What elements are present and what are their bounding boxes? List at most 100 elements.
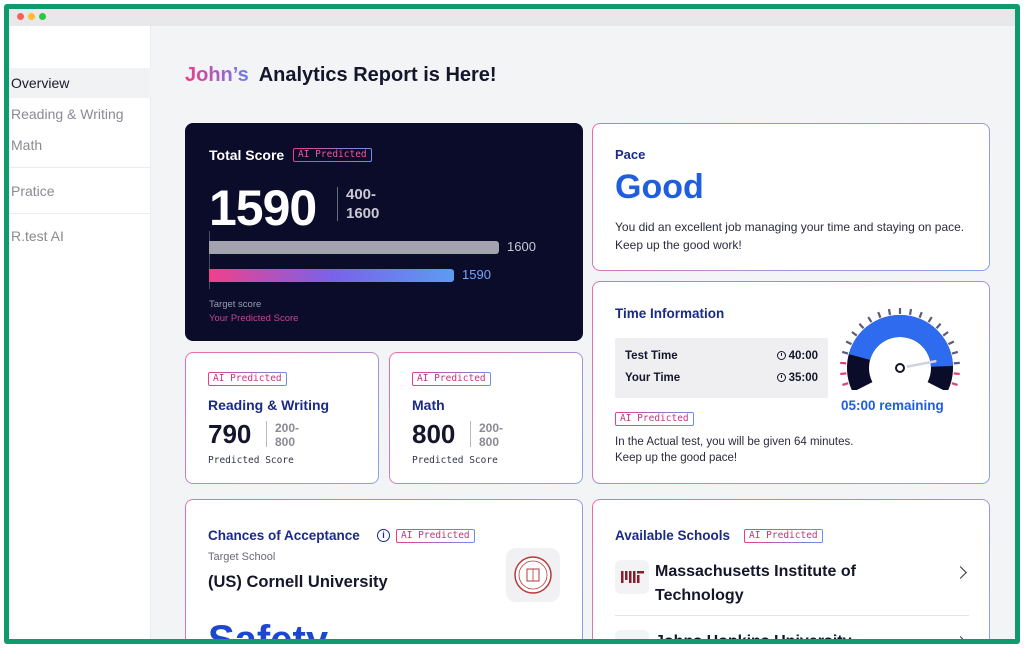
pace-description: You did an excellent job managing your t… <box>615 220 965 252</box>
main-content: John’s Analytics Report is Here! Total Sc… <box>151 26 1015 639</box>
school-divider <box>615 615 969 616</box>
pace-value: Good <box>615 168 704 206</box>
gauge-tick <box>840 372 847 376</box>
target-school-name: (US) Cornell University <box>208 573 388 591</box>
legend-predicted-score: Your Predicted Score <box>209 313 299 324</box>
sidebar: Overview Reading & Writing Math Pratice … <box>9 26 151 639</box>
sidebar-item-rtest-ai[interactable]: R.test AI <box>9 221 151 251</box>
target-score-bar-value: 1600 <box>507 239 536 254</box>
school-name: Johns Hopkins University <box>655 633 852 644</box>
predicted-score-caption: Predicted Score <box>208 455 294 466</box>
gauge-tick <box>947 340 955 346</box>
predicted-score-caption: Predicted Score <box>412 455 498 466</box>
sidebar-divider <box>9 213 151 214</box>
gauge-tick <box>942 331 949 337</box>
total-score-card: Total Score AI Predicted 1590 400- 1600 … <box>185 123 583 341</box>
time-row: Test Time 40:00 <box>625 350 818 362</box>
predicted-score-bar <box>209 269 454 282</box>
info-icon[interactable]: i <box>377 529 390 542</box>
math-score: 800 <box>412 419 456 449</box>
reading-writing-range: 200- 800 <box>275 421 299 449</box>
time-gauge <box>840 308 960 390</box>
chances-heading: Chances of Acceptance <box>208 528 360 543</box>
sidebar-item-practice[interactable]: Pratice <box>9 176 151 206</box>
gauge-tick <box>877 311 882 319</box>
total-score-label: Total Score <box>209 147 285 163</box>
school-seal-logo <box>506 548 560 602</box>
time-description-line: Keep up the good pace! <box>615 452 738 464</box>
ai-predicted-badge: AI Predicted <box>293 148 372 162</box>
range-max: 800 <box>275 435 296 449</box>
predicted-score-bar-value: 1590 <box>462 267 491 282</box>
gauge-tick <box>953 361 960 365</box>
gauge-tick <box>951 350 959 355</box>
sidebar-item-overview[interactable]: Overview <box>9 68 151 98</box>
time-description-line: In the Actual test, you will be given 64… <box>615 436 854 448</box>
range-min: 200- <box>275 421 300 435</box>
available-schools-heading: Available Schools <box>615 528 731 543</box>
page-title: John’s Analytics Report is Here! <box>185 64 497 87</box>
gauge-tick <box>867 316 873 323</box>
reading-writing-title: Reading & Writing <box>208 397 330 413</box>
math-score-card[interactable]: AI Predicted Math 800 200- 800 Predicted… <box>389 352 583 484</box>
math-range: 200- 800 <box>479 421 503 449</box>
legend-target-score: Target score <box>209 299 262 310</box>
pace-card: Pace Good You did an excellent job manag… <box>592 123 990 271</box>
gauge-tick <box>927 316 933 323</box>
reading-writing-score: 790 <box>208 419 252 449</box>
your-time-value: 35:00 <box>788 372 818 384</box>
score-range-divider <box>337 187 338 221</box>
target-score-bar <box>209 241 499 254</box>
gauge-fill <box>848 315 953 368</box>
jhu-logo-icon <box>615 630 649 639</box>
chevron-right-icon[interactable] <box>954 636 967 639</box>
gauge-tick <box>887 308 892 316</box>
score-range-divider <box>266 421 267 447</box>
timer-icon <box>776 373 786 382</box>
time-description: In the Actual test, you will be given 64… <box>615 434 955 466</box>
time-table: Test Time 40:00 Your Time 35:00 <box>615 338 828 398</box>
ai-predicted-badge: AI Predicted <box>396 529 475 543</box>
reading-writing-score-card[interactable]: AI Predicted Reading & Writing 790 200- … <box>185 352 379 484</box>
window-titlebar <box>9 9 1015 26</box>
time-row-value: 40:00 <box>776 350 818 362</box>
ai-predicted-badge: AI Predicted <box>208 372 287 386</box>
close-window-button[interactable] <box>17 13 24 20</box>
time-remaining: 05:00 remaining <box>841 398 944 413</box>
gauge-tick <box>851 331 858 337</box>
mit-logo-icon <box>615 560 649 594</box>
time-information-heading: Time Information <box>615 306 725 321</box>
gauge-tick <box>842 382 849 386</box>
gauge-tick <box>845 340 853 346</box>
gauge-pivot <box>895 363 905 373</box>
gauge-tick <box>918 311 923 319</box>
gauge-tick <box>858 323 865 329</box>
target-school-label: Target School <box>208 551 276 563</box>
ai-predicted-badge: AI Predicted <box>615 412 694 426</box>
sidebar-item-reading-writing[interactable]: Reading & Writing <box>9 99 151 129</box>
time-row-label: Test Time <box>625 350 678 362</box>
chevron-right-icon[interactable] <box>954 566 967 579</box>
range-min: 200- <box>479 421 504 435</box>
page-title-text: Analytics Report is Here! <box>258 64 497 86</box>
sidebar-divider <box>9 167 151 168</box>
total-score-value: 1590 <box>209 180 317 236</box>
student-name: John’s <box>185 64 249 86</box>
available-schools-card: Available Schools AI Predicted Massachus… <box>592 499 990 644</box>
time-row: Your Time 35:00 <box>625 372 818 384</box>
school-name: Massachusetts Institute of Technology <box>655 563 856 604</box>
minimize-window-button[interactable] <box>28 13 35 20</box>
gauge-tick <box>841 350 849 355</box>
sidebar-item-math[interactable]: Math <box>9 130 151 160</box>
time-row-label: Your Time <box>625 372 681 384</box>
score-range-divider <box>470 421 471 447</box>
maximize-window-button[interactable] <box>39 13 46 20</box>
gauge-tick <box>840 361 847 365</box>
range-max: 800 <box>479 435 500 449</box>
gauge-tick <box>951 382 958 386</box>
pace-heading: Pace <box>615 147 646 162</box>
app-window: Overview Reading & Writing Math Pratice … <box>4 4 1020 644</box>
test-time-value: 40:00 <box>788 350 818 362</box>
chances-of-acceptance-card: Chances of Acceptance i AI Predicted Tar… <box>185 499 583 639</box>
timer-icon <box>776 351 786 360</box>
